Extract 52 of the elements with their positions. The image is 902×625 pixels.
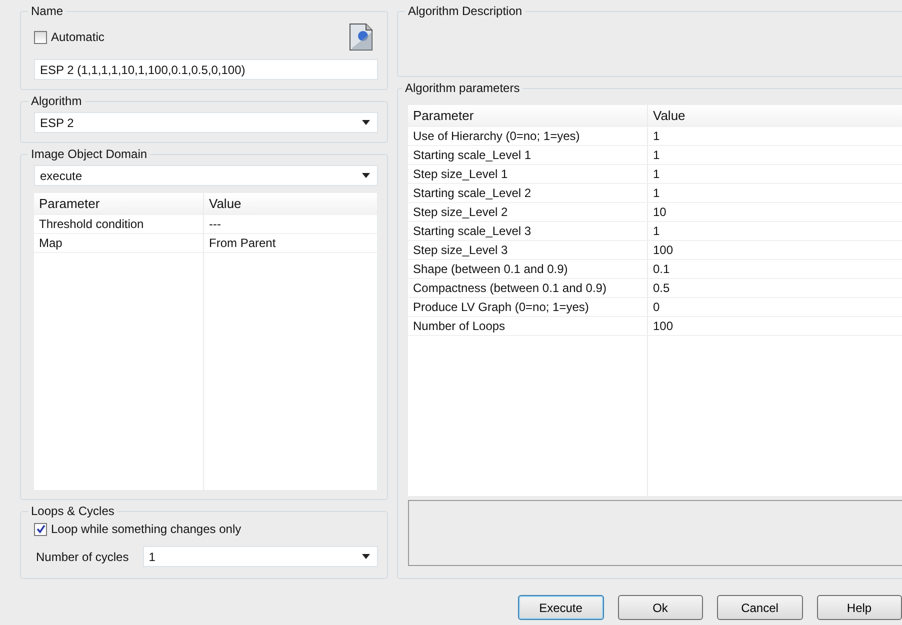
table-cell: 1 [648, 222, 902, 240]
name-field[interactable]: ESP 2 (1,1,1,1,10,1,100,0.1,0.5,0,100) [34, 59, 378, 80]
table-cell: 1 [648, 146, 902, 164]
caret-icon [362, 554, 370, 559]
table-cell: 10 [648, 203, 902, 221]
table-cell: 1 [648, 165, 902, 183]
caret-icon [362, 173, 370, 178]
table-cell: Produce LV Graph (0=no; 1=yes) [408, 298, 648, 316]
table-cell: Starting scale_Level 3 [408, 222, 648, 240]
table-cell: 0 [648, 298, 902, 316]
dialog-button[interactable]: Cancel [717, 595, 802, 620]
checkbox-label: Automatic [51, 30, 104, 44]
column-header[interactable]: Parameter [34, 193, 204, 214]
table-cell: Map [34, 234, 204, 252]
table-cell: 1 [648, 184, 902, 202]
table-cell: Step size_Level 2 [408, 203, 648, 221]
group-title: Algorithm parameters [404, 81, 521, 95]
checkbox-label: Loop while something changes only [51, 522, 242, 536]
group-title: Algorithm [30, 94, 83, 108]
table-cell: Step size_Level 3 [408, 241, 648, 259]
column-header[interactable]: Value [204, 193, 378, 214]
cycles-label: Number of cycles [36, 550, 129, 564]
table-cell: 1 [648, 127, 902, 145]
caret-icon [362, 120, 370, 125]
table-cell: 100 [648, 317, 902, 335]
document-icon[interactable] [348, 22, 374, 52]
dialog-button[interactable]: Help [816, 595, 902, 620]
dialog-button[interactable]: Execute [518, 595, 604, 620]
column-header[interactable]: Parameter [408, 105, 648, 126]
group-title: Algorithm Description [407, 4, 524, 18]
checkbox[interactable] [34, 30, 47, 44]
checkbox[interactable] [34, 522, 47, 536]
table-cell: From Parent [204, 234, 378, 252]
domain-dropdown[interactable]: execute [34, 165, 378, 186]
table-cell: 0.1 [648, 260, 902, 278]
table-cell: Starting scale_Level 2 [408, 184, 648, 202]
algorithm-dropdown[interactable]: ESP 2 [34, 112, 378, 133]
table-cell: 100 [648, 241, 902, 259]
table-cell: Starting scale_Level 1 [408, 146, 648, 164]
cycles-dropdown[interactable]: 1 [142, 546, 378, 567]
table-cell: Compactness (between 0.1 and 0.9) [408, 279, 648, 297]
group-title: Image Object Domain [30, 147, 148, 161]
table-cell: 0.5 [648, 279, 902, 297]
group-title: Loops & Cycles [30, 504, 116, 518]
dialog-button[interactable]: Ok [618, 595, 703, 620]
table-cell: Step size_Level 1 [408, 165, 648, 183]
table-cell: Shape (between 0.1 and 0.9) [408, 260, 648, 278]
table-cell: Number of Loops [408, 317, 648, 335]
table-cell: Use of Hierarchy (0=no; 1=yes) [408, 127, 648, 145]
group-title: Name [30, 4, 64, 18]
table-cell: --- [204, 215, 378, 233]
table-cell: Threshold condition [34, 215, 204, 233]
